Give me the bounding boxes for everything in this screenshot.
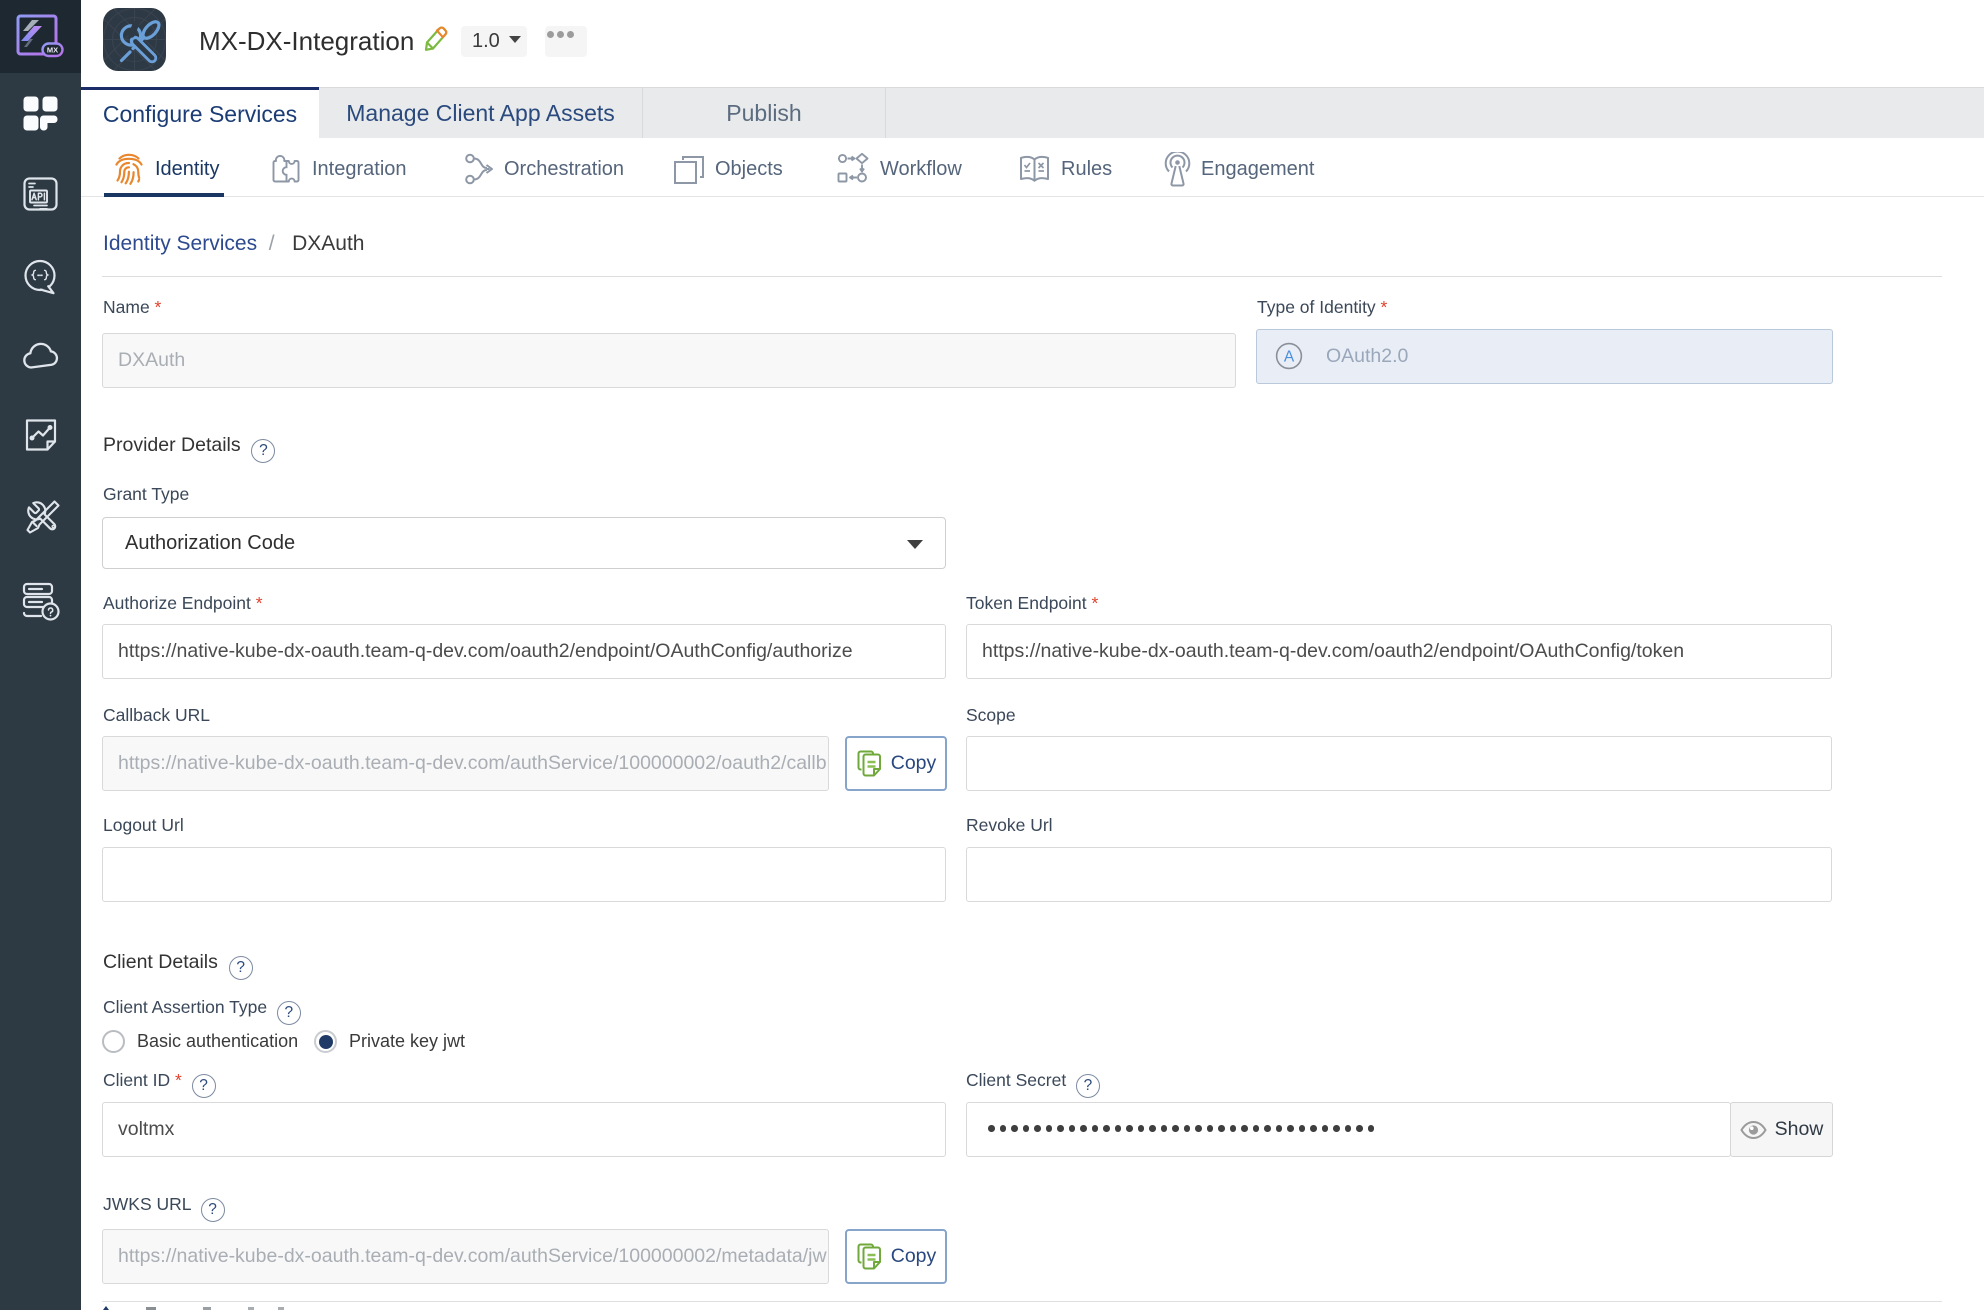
svg-text:MX: MX <box>47 46 58 55</box>
svg-text:A: A <box>1284 349 1295 366</box>
